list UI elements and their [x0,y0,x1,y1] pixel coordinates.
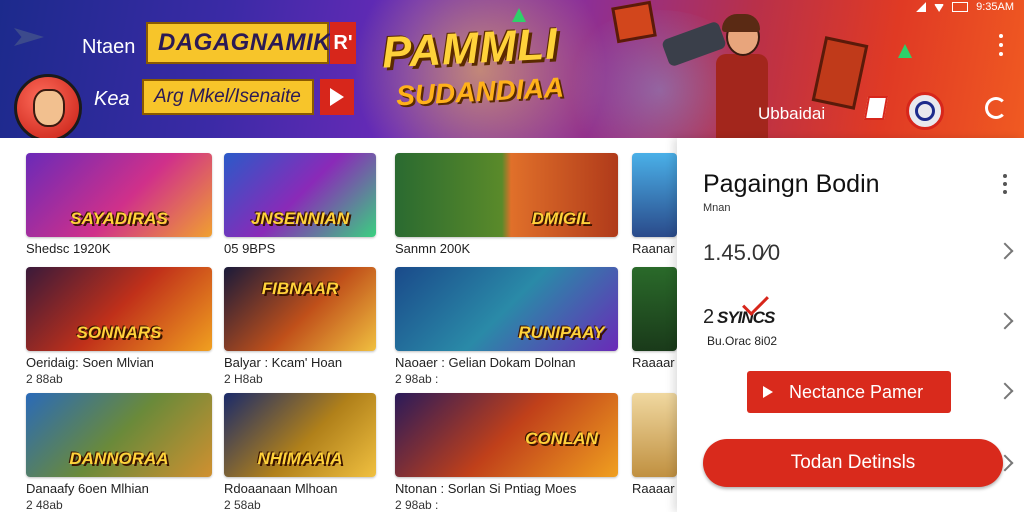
thumbnail-title: JNSENNIAN [250,209,350,228]
chevron-right-icon[interactable] [996,312,1014,330]
gem-icon [898,44,912,58]
thumbnail-title: SONNARS [76,323,162,342]
play-icon [330,88,344,106]
game-thumbnail[interactable]: SAYADIRAS [26,153,212,237]
panel-menu-button[interactable] [1003,174,1007,194]
game-thumbnail[interactable]: CONLAN [395,393,618,477]
dart-icon [14,28,44,46]
details-button-label: Todan Detinsls [790,452,916,473]
thumbnail-title: CONLAN [525,429,598,448]
game-meta: 2 48ab [26,498,63,512]
game-thumbnail[interactable]: FIBNAAR [224,267,376,351]
thumbnail-title: DMIGIL [531,209,592,228]
thumbnail-title: SAYADIRAS [70,209,168,228]
banner-right-label: Ubbaidai [758,104,826,123]
search-button[interactable] [906,92,944,130]
game-thumbnail[interactable] [632,153,677,237]
game-meta: 2 98ab : [395,498,439,512]
game-thumbnail[interactable]: DANNORAA [26,393,212,477]
search-icon [915,101,935,121]
publisher-logo: 2 SYINCS [703,289,797,332]
character-avatar [14,74,82,138]
game-thumbnail[interactable] [632,393,677,477]
game-meta: 2 58ab [224,498,261,512]
panel-meta: Bu.Orac 8i02 [707,334,778,348]
banner-red-tag[interactable]: R' [330,22,356,64]
refresh-icon [985,97,1007,119]
battery-icon [952,2,969,12]
panel-rating: 1.45.0⁄0 [703,240,781,265]
thumbnail-title: DANNORAA [69,449,169,468]
status-time: 9:35AM [976,1,1014,13]
game-thumbnail[interactable]: NHIMAAIA [224,393,376,477]
thumbnail-title: FIBNAAR [261,279,339,298]
game-title: Danaafy 6oen Mlhian [26,481,149,496]
publisher-logo-number: 2 [703,306,715,328]
game-title: Balyar : Kcam' Hoan [224,355,343,370]
game-title: Ntonan : Sorlan Si Pntiag Moes [395,481,577,496]
game-meta: 2 H8ab [224,372,263,386]
details-button[interactable]: Todan Detinsls [703,439,1003,487]
thumbnail-title: NHIMAAIA [257,449,343,468]
panel-title: Pagaingn Bodin [703,170,880,198]
banner-label-1: Ntaen [82,36,136,58]
game-title: Raanar [632,241,675,256]
refresh-button[interactable] [980,92,1012,124]
wifi-icon [934,4,945,12]
panel-subtitle: Mnan [703,202,731,214]
banner-logo-title: PAMMLI [380,19,560,78]
chevron-right-icon[interactable] [996,382,1014,400]
game-thumbnail[interactable]: JNSENNIAN [224,153,376,237]
signal-icon [916,2,927,12]
game-title: Raaaar [632,355,675,370]
game-title: Oeridaig: Soen Mlvian [26,355,154,370]
chevron-right-icon[interactable] [996,242,1014,260]
game-title: Naoaer : Gelian Dokam Dolnan [395,355,576,370]
crate-icon [811,36,869,110]
promo-banner[interactable]: 9:35AM Ntaen DAGAGNAMIK R' Kea Arg Mkel/… [0,0,1024,138]
play-icon [763,386,773,398]
game-title: Rdoaanaan Mlhoan [224,481,338,496]
crate-icon [611,0,657,44]
primary-play-button[interactable]: Nectance Pamer [747,371,951,413]
overflow-menu-button[interactable] [998,34,1004,56]
game-thumbnail[interactable] [632,267,677,351]
game-title: Shedsc 1920K [26,241,111,256]
game-title: Raaaar [632,481,675,496]
status-bar: 9:35AM [916,0,1014,14]
details-panel: Pagaingn Bodin Mnan 1.45.0⁄0 2 SYINCS Bu… [677,138,1024,512]
banner-yellow-button-1[interactable]: DAGAGNAMIK [146,22,331,64]
thumbnail-title: RUNIPAAY [518,323,605,342]
game-title: Sanmn 200K [395,241,471,256]
share-icon [863,96,889,120]
game-thumbnail[interactable]: SONNARS [26,267,212,351]
banner-yellow-button-2[interactable]: Arg Mkel/Isenaite [142,79,314,115]
primary-button-label: Nectance Pamer [789,381,924,402]
banner-play-button[interactable] [320,79,354,115]
game-meta: 2 88ab [26,372,63,386]
game-meta: 2 98ab : [395,372,439,386]
game-title: 05 9BPS [224,241,276,256]
share-button[interactable] [860,92,892,124]
game-thumbnail[interactable]: RUNIPAAY [395,267,618,351]
game-thumbnail[interactable]: DMIGIL [395,153,618,237]
banner-label-2: Kea [94,88,130,110]
